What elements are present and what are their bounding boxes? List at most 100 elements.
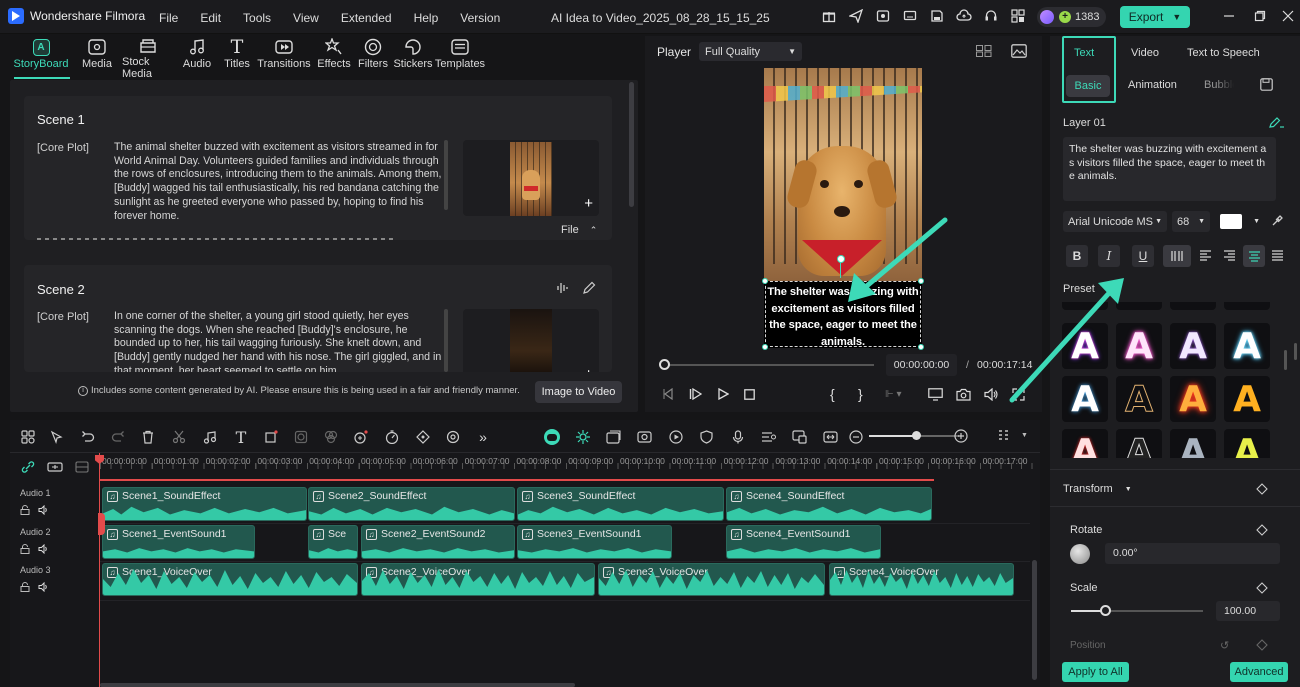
shield-icon[interactable] <box>691 430 722 444</box>
playback-progress-knob[interactable] <box>659 359 670 370</box>
restore-icon[interactable] <box>1253 9 1267 23</box>
ai-companion-icon[interactable] <box>537 429 567 445</box>
send-icon[interactable] <box>847 9 865 23</box>
menu-extended[interactable]: Extended <box>341 11 392 25</box>
preset-tile[interactable]: A <box>1224 429 1270 458</box>
save-preset-icon[interactable] <box>1260 78 1273 94</box>
microphone-icon[interactable] <box>722 430 753 444</box>
rotate-input[interactable]: 0.00° <box>1105 543 1280 564</box>
select-tool-icon[interactable] <box>42 430 72 444</box>
tab-text[interactable]: Text <box>1074 47 1094 59</box>
preset-tile[interactable]: A <box>1224 323 1270 369</box>
keyframe-diamond-icon[interactable] <box>1256 639 1268 654</box>
audio-clip[interactable]: ♫ Scene2_SoundEffect <box>308 487 515 521</box>
audio-clip[interactable]: ♫ Scene2_VoiceOver <box>361 563 595 596</box>
preset-scrollbar[interactable] <box>1284 350 1287 370</box>
volume-icon[interactable] <box>984 387 999 404</box>
scale-input[interactable]: 100.00 <box>1216 601 1280 621</box>
smart-cut-icon[interactable] <box>567 429 598 445</box>
keyframe-diamond-icon[interactable] <box>1256 582 1268 597</box>
edit-pencil-icon[interactable] <box>582 281 596 295</box>
auto-reframe-icon[interactable] <box>598 430 629 444</box>
tab-stock-media[interactable]: Stock Media <box>122 36 174 80</box>
mask-icon[interactable] <box>286 430 316 444</box>
keyframe-tool-icon[interactable] <box>408 430 438 444</box>
text-tool-icon[interactable]: T <box>226 428 256 447</box>
ai-effects-icon[interactable] <box>346 430 376 444</box>
menu-edit[interactable]: Edit <box>200 11 221 25</box>
tab-stickers[interactable]: Stickers <box>392 36 434 80</box>
image-snapshot-icon[interactable] <box>1011 44 1027 61</box>
transform-section-header[interactable]: Transform ▼ <box>1063 483 1132 495</box>
scene-thumbnail-slot[interactable]: + <box>463 309 599 372</box>
audio-wave-icon[interactable] <box>556 281 570 295</box>
stop-icon[interactable] <box>744 389 755 403</box>
resize-handle[interactable] <box>918 278 924 284</box>
timeline-layout-icon[interactable] <box>998 429 1010 446</box>
vertical-text-button[interactable] <box>1163 245 1191 267</box>
playback-progress-track[interactable] <box>664 364 874 366</box>
zoom-in-icon[interactable] <box>954 429 968 446</box>
audio-clip[interactable]: ♫ Scene1_EventSound1 <box>102 525 255 559</box>
audio-clip[interactable]: ♫ Scene3_VoiceOver <box>598 563 825 596</box>
save-icon[interactable] <box>928 9 946 23</box>
lock-icon[interactable] <box>20 581 30 595</box>
undo-icon[interactable] <box>72 430 104 444</box>
project-settings-icon[interactable] <box>874 9 892 23</box>
close-icon[interactable] <box>1281 9 1295 23</box>
quality-select[interactable]: Full Quality ▼ <box>699 42 802 61</box>
menu-help[interactable]: Help <box>414 11 439 25</box>
subtab-basic[interactable]: Basic <box>1066 75 1110 97</box>
right-panel-scrollbar[interactable] <box>1294 343 1297 360</box>
audio-clip[interactable]: ♫ Scene1_VoiceOver <box>102 563 358 596</box>
audio-edit-icon[interactable] <box>194 430 226 444</box>
current-time[interactable]: 00:00:00:00 <box>886 354 957 376</box>
cloud-upload-icon[interactable] <box>955 9 973 23</box>
scene-text[interactable]: In one corner of the shelter, a young gi… <box>114 310 444 372</box>
menu-view[interactable]: View <box>293 11 319 25</box>
preset-tile[interactable]: A <box>1062 429 1108 458</box>
fullscreen-icon[interactable] <box>1012 388 1025 404</box>
ai-edit-icon[interactable] <box>1269 116 1285 132</box>
preset-tile[interactable]: A <box>1170 323 1216 369</box>
advanced-button[interactable]: Advanced <box>1230 662 1288 682</box>
motion-tracking-icon[interactable] <box>438 430 468 444</box>
file-dropdown[interactable]: File ⌃ <box>561 224 597 236</box>
preset-tile[interactable]: A <box>1062 376 1108 422</box>
preset-tile[interactable]: A <box>1116 302 1162 310</box>
tab-video[interactable]: Video <box>1131 47 1159 59</box>
more-tools-icon[interactable]: » <box>468 429 498 445</box>
tab-audio[interactable]: Audio <box>174 36 220 80</box>
tab-media[interactable]: Media <box>72 36 122 80</box>
tab-titles[interactable]: T Titles <box>220 36 254 80</box>
preset-tile[interactable]: A <box>1170 376 1216 422</box>
scene-thumbnail-slot[interactable]: + <box>463 140 599 216</box>
link-icon[interactable] <box>21 461 35 476</box>
align-left-icon[interactable] <box>1199 249 1212 264</box>
menu-file[interactable]: File <box>159 11 178 25</box>
add-icon[interactable]: + <box>584 366 593 372</box>
underline-button[interactable]: U <box>1132 245 1154 267</box>
timeline-horizontal-scrollbar[interactable] <box>100 683 575 687</box>
headset-support-icon[interactable] <box>982 9 1000 23</box>
grid-view-icon[interactable] <box>976 45 992 60</box>
camera-snapshot-icon[interactable] <box>956 388 971 404</box>
eyedropper-icon[interactable] <box>1271 214 1284 230</box>
text-content-field[interactable]: The shelter was buzzing with excitement … <box>1063 137 1276 201</box>
resize-handle[interactable] <box>762 344 768 350</box>
monitor-icon[interactable] <box>901 9 919 23</box>
add-icon[interactable]: + <box>584 195 593 212</box>
mark-out-icon[interactable]: } <box>858 386 863 402</box>
minimize-icon[interactable] <box>1222 9 1236 23</box>
audio-clip[interactable]: ♫ Scene4_VoiceOver <box>829 563 1014 596</box>
rotate-dial[interactable] <box>1070 544 1090 564</box>
speed-icon[interactable] <box>376 430 408 444</box>
keyframe-diamond-icon[interactable] <box>1256 483 1268 498</box>
font-select[interactable]: Arial Unicode MS ▼ <box>1063 211 1167 232</box>
track-manager-icon[interactable] <box>75 461 89 476</box>
subtab-animation[interactable]: Animation <box>1128 79 1177 91</box>
audio-clip[interactable]: ♫ Sce <box>308 525 358 559</box>
video-record-icon[interactable] <box>629 430 660 444</box>
tab-text-to-speech[interactable]: Text to Speech <box>1187 47 1260 59</box>
speaker-icon[interactable] <box>38 581 49 595</box>
